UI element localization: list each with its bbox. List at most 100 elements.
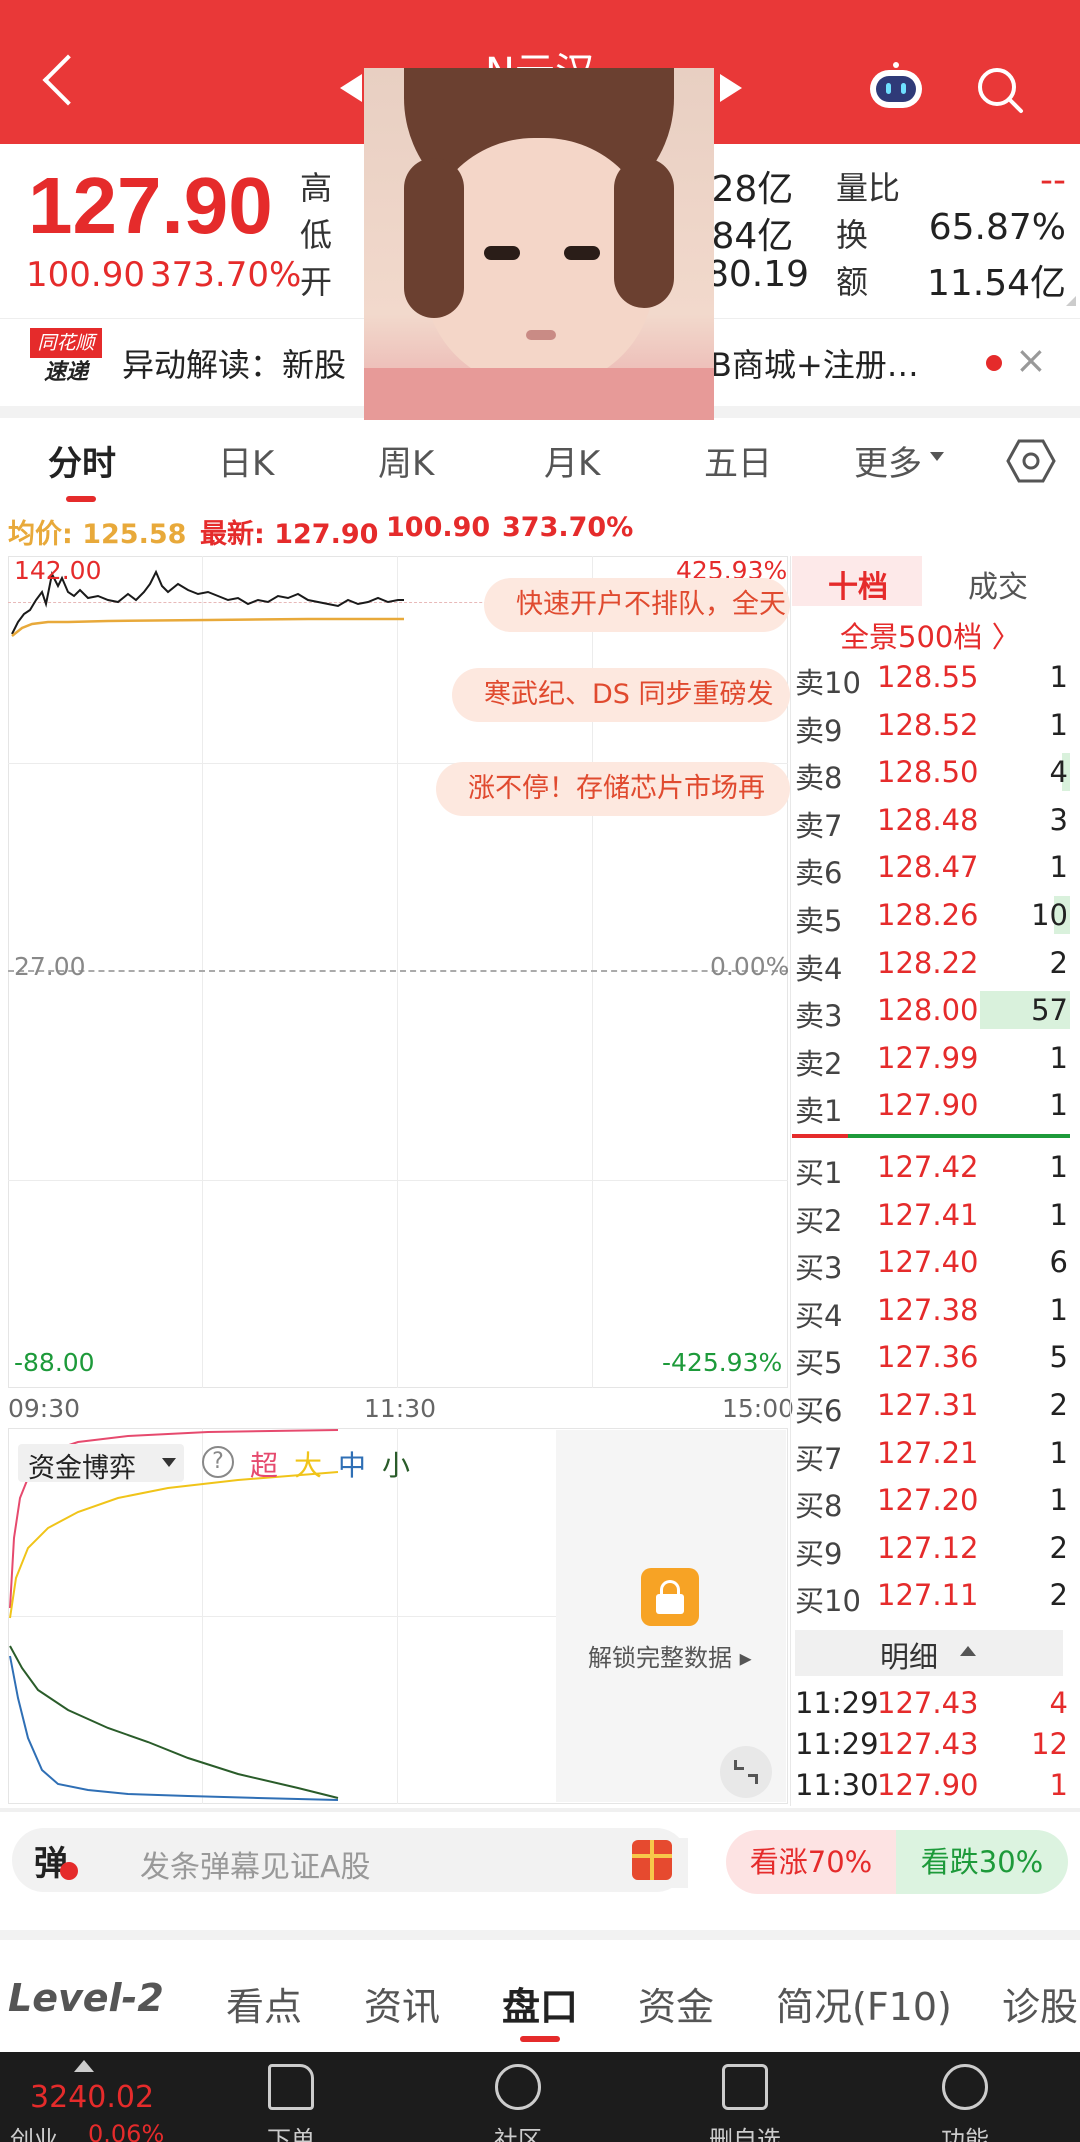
- sell-order-row[interactable]: 卖6 128.47 1: [795, 844, 1070, 892]
- corner-mark-icon: [1066, 296, 1076, 306]
- buy-price: 127.12: [877, 1530, 979, 1565]
- active-tab-indicator: [66, 496, 96, 502]
- remove-watchlist-icon[interactable]: [722, 2064, 768, 2110]
- fullscreen-icon[interactable]: [720, 1746, 772, 1798]
- collapse-icon[interactable]: [960, 1646, 976, 1656]
- lock-icon[interactable]: [641, 1568, 699, 1626]
- nav-remove-watchlist[interactable]: 删自选: [665, 2120, 825, 2142]
- x-axis-mid-label: 11:30: [364, 1394, 437, 1423]
- nav-functions[interactable]: 功能: [885, 2120, 1045, 2142]
- buy-order-row[interactable]: 买8 127.20 1: [795, 1477, 1070, 1525]
- tab-highlights[interactable]: 看点: [226, 1976, 302, 2031]
- unlock-data-link[interactable]: 解锁完整数据 ▸: [588, 1638, 752, 1673]
- search-icon[interactable]: [975, 65, 1025, 115]
- eye-left: [484, 246, 520, 260]
- quote-other: 80.19: [706, 254, 810, 295]
- y-axis-bottom-label: -88.00: [14, 1348, 95, 1377]
- legend-large: 大: [294, 1449, 323, 1482]
- robot-assistant-icon[interactable]: [866, 60, 926, 110]
- sell-volume: 2: [1049, 945, 1068, 980]
- expand-index-icon[interactable]: [74, 2060, 94, 2072]
- buy-order-row[interactable]: 买4 127.38 1: [795, 1287, 1070, 1335]
- prev-stock-icon[interactable]: [340, 74, 362, 102]
- tab-news[interactable]: 资讯: [364, 1976, 440, 2031]
- buy-volume: 2: [1049, 1530, 1068, 1565]
- quote-label-turnover: 换: [836, 216, 869, 254]
- buy-order-row[interactable]: 买1 127.42 1: [795, 1144, 1070, 1192]
- latest-price-label: 最新: 127.90: [200, 519, 379, 550]
- bearish-vote-button[interactable]: 看跌30%: [896, 1830, 1068, 1894]
- buy-level-label: 买3: [795, 1251, 843, 1286]
- sell-price: 127.99: [877, 1040, 979, 1075]
- order-doc-icon[interactable]: [268, 2064, 314, 2110]
- sell-volume: 3: [1049, 802, 1068, 837]
- ad-banner[interactable]: 寒武纪、DS 同步重磅发: [452, 668, 790, 722]
- tab-daily-k[interactable]: 日K: [218, 436, 274, 485]
- sell-volume: 57: [1031, 993, 1068, 1028]
- tab-intraday[interactable]: 分时: [48, 436, 116, 485]
- index-value[interactable]: 3240.02: [30, 2080, 154, 2115]
- tab-more[interactable]: 更多: [854, 436, 922, 485]
- tab-f10-profile[interactable]: 简况(F10): [776, 1976, 952, 2031]
- sell-order-row[interactable]: 卖10 128.55 1: [795, 654, 1070, 702]
- sell-order-row[interactable]: 卖3 128.00 57: [795, 987, 1070, 1035]
- tab-level2[interactable]: Level-2: [8, 1976, 164, 2020]
- ticker-headline-tail[interactable]: B商城+注册…: [710, 340, 919, 386]
- buy-order-row[interactable]: 买5 127.36 5: [795, 1334, 1070, 1382]
- buy-order-row[interactable]: 买9 127.12 2: [795, 1525, 1070, 1573]
- active-tab-indicator: [520, 2036, 560, 2042]
- buy-order-row[interactable]: 买7 127.21 1: [795, 1430, 1070, 1478]
- tab-five-day[interactable]: 五日: [704, 436, 772, 485]
- tab-handicap[interactable]: 盘口: [502, 1976, 578, 2031]
- menu-icon[interactable]: [942, 2064, 988, 2110]
- tab-funds[interactable]: 资金: [638, 1976, 714, 2031]
- buy-volume: 1: [1049, 1292, 1068, 1327]
- legend-medium: 中: [338, 1449, 367, 1482]
- help-icon[interactable]: ?: [202, 1446, 234, 1478]
- panorama-500-link[interactable]: 全景500档 〉: [840, 614, 1021, 656]
- trade-price: 127.43: [877, 1686, 979, 1720]
- community-star-icon[interactable]: [495, 2064, 541, 2110]
- logo-top-text: 同花顺: [30, 328, 102, 358]
- nav-order[interactable]: 下单: [211, 2120, 371, 2142]
- buy-volume: 6: [1049, 1245, 1068, 1280]
- buy-level-label: 买4: [795, 1298, 843, 1333]
- tab-weekly-k[interactable]: 周K: [378, 436, 434, 485]
- close-ticker-icon[interactable]: ×: [1015, 338, 1047, 382]
- bullish-vote-button[interactable]: 看涨70%: [726, 1830, 896, 1894]
- next-stock-icon[interactable]: [720, 74, 742, 102]
- buy-ratio-bar: [848, 1134, 1070, 1138]
- sell-order-row[interactable]: 卖9 128.52 1: [795, 702, 1070, 750]
- tab-monthly-k[interactable]: 月K: [544, 436, 600, 485]
- ticker-headline[interactable]: 异动解读：新股: [122, 340, 346, 386]
- buy-order-row[interactable]: 买2 127.41 1: [795, 1192, 1070, 1240]
- buy-price: 127.31: [877, 1388, 979, 1422]
- trade-time: 11:30: [795, 1768, 879, 1802]
- sell-order-row[interactable]: 卖7 128.48 3: [795, 797, 1070, 845]
- tab-trades[interactable]: 成交: [968, 562, 1028, 606]
- nav-community[interactable]: 社区: [438, 2120, 598, 2142]
- buy-volume: 1: [1049, 1150, 1068, 1184]
- tab-diagnosis[interactable]: 诊股: [1002, 1976, 1080, 2031]
- sell-order-row[interactable]: 卖8 128.50 4: [795, 749, 1070, 797]
- danmu-input[interactable]: 发条弹幕见证A股: [140, 1842, 371, 1886]
- sell-order-row[interactable]: 卖2 127.99 1: [795, 1035, 1070, 1083]
- ad-banner[interactable]: 快速开户不排队，全天: [484, 578, 790, 632]
- gift-icon[interactable]: [632, 1840, 672, 1880]
- grid-line: [397, 556, 398, 1388]
- chart-settings-icon[interactable]: [1006, 438, 1056, 484]
- x-axis-start-label: 09:30: [8, 1394, 81, 1423]
- buy-price: 127.11: [877, 1578, 979, 1613]
- ad-banner[interactable]: 涨不停！存储芯片市场再: [436, 762, 790, 816]
- trade-row: 11:30 127.90 1: [795, 1762, 1070, 1810]
- buy-order-row[interactable]: 买6 127.31 2: [795, 1382, 1070, 1430]
- buy-order-row[interactable]: 买10 127.11 2: [795, 1572, 1070, 1620]
- sell-order-row[interactable]: 卖5 128.26 10: [795, 892, 1070, 940]
- grid-line: [8, 1180, 788, 1181]
- sell-order-row[interactable]: 卖4 128.22 2: [795, 940, 1070, 988]
- turnover-value: 65.87%: [928, 207, 1066, 248]
- sell-level-label: 卖4: [795, 951, 843, 986]
- buy-order-row[interactable]: 买3 127.40 6: [795, 1239, 1070, 1287]
- buy-volume: 2: [1049, 1388, 1068, 1422]
- sell-order-row[interactable]: 卖1 127.90 1: [795, 1082, 1070, 1130]
